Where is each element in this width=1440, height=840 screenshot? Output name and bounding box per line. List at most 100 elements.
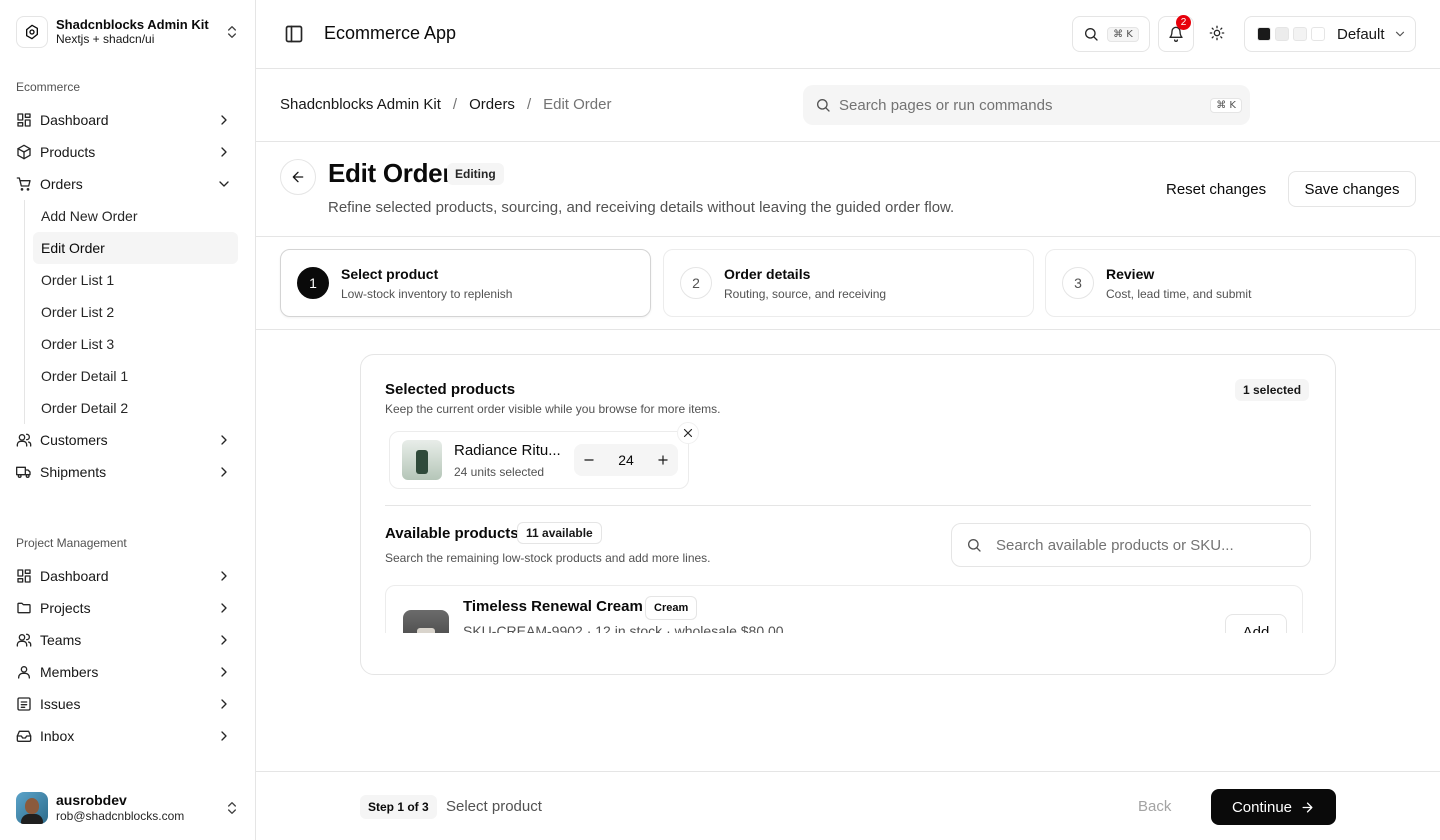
add-product-button[interactable]: Add: [1225, 614, 1287, 633]
sidebar-subitem-edit-order[interactable]: Edit Order: [33, 232, 238, 264]
sidebar-subitem-order-list-3[interactable]: Order List 3: [33, 328, 238, 360]
wizard-footer: Step 1 of 3 Select product Back Continue: [256, 771, 1440, 840]
chevron-down-icon: [1395, 31, 1404, 37]
sidebar-subitem-add-new-order[interactable]: Add New Order: [33, 200, 238, 232]
selected-products-subtitle: Keep the current order visible while you…: [385, 402, 721, 416]
user-menu[interactable]: ausrobdev rob@shadcnblocks.com: [8, 784, 248, 832]
sidebar-item-dashboard[interactable]: Dashboard: [8, 104, 248, 136]
cart-icon: [16, 177, 31, 191]
sidebar-subitem-order-list-2[interactable]: Order List 2: [33, 296, 238, 328]
selected-products-title: Selected products: [385, 381, 516, 398]
theme-swatch: [1311, 27, 1325, 41]
theme-toggle-button[interactable]: [1209, 25, 1225, 41]
chevron-right-icon: [221, 571, 227, 581]
user-name: ausrobdev: [56, 792, 127, 808]
top-header: Ecommerce App ⌘ K 2 Default: [256, 0, 1440, 69]
continue-button[interactable]: Continue: [1211, 789, 1336, 825]
quantity-value[interactable]: 24: [618, 452, 634, 468]
plus-icon[interactable]: [656, 453, 670, 467]
step-number: 2: [680, 267, 712, 299]
product-search-placeholder: Search available products or SKU...: [996, 536, 1234, 554]
sidebar-item-pm-dashboard[interactable]: Dashboard: [8, 560, 248, 592]
sidebar-item-customers[interactable]: Customers: [8, 424, 248, 456]
layout-dashboard-icon: [17, 569, 31, 583]
panel-left-icon: [285, 25, 303, 43]
step-select-product[interactable]: 1 Select product Low-stock inventory to …: [280, 249, 651, 317]
breadcrumb-separator: /: [452, 96, 458, 113]
chevron-right-icon: [221, 435, 227, 445]
layout-dashboard-icon: [17, 113, 31, 127]
sidebar-item-products[interactable]: Products: [8, 136, 248, 168]
product-selection-card: Selected products Keep the current order…: [360, 354, 1336, 675]
sidebar-item-label: Customers: [40, 432, 108, 448]
back-step-button[interactable]: Back: [1138, 798, 1171, 815]
sidebar-item-label: Teams: [40, 632, 82, 648]
sidebar-item-label: Products: [40, 144, 96, 160]
command-search-input[interactable]: Search pages or run commands ⌘ K: [803, 85, 1250, 125]
step-order-details[interactable]: 2 Order details Routing, source, and rec…: [663, 249, 1034, 317]
quantity-stepper: 24: [574, 444, 678, 476]
search-icon: [968, 539, 981, 552]
sidebar-subitem-order-detail-1[interactable]: Order Detail 1: [33, 360, 238, 392]
package-icon: [17, 144, 31, 160]
sidebar-item-orders[interactable]: Orders: [8, 168, 248, 200]
sidebar-item-label: Shipments: [40, 464, 107, 480]
chevron-right-icon: [221, 635, 227, 645]
search-shortcut: ⌘ K: [1107, 26, 1139, 42]
sidebar-item-issues[interactable]: Issues: [8, 688, 248, 720]
arrow-left-icon: [292, 171, 304, 183]
product-thumbnail: [403, 610, 449, 633]
users-icon: [16, 633, 32, 647]
breadcrumb-root[interactable]: Shadcnblocks Admin Kit: [280, 96, 441, 113]
available-products-subtitle: Search the remaining low-stock products …: [385, 551, 711, 565]
chevron-right-icon: [221, 603, 227, 613]
breadcrumb: Shadcnblocks Admin Kit / Orders / Edit O…: [280, 96, 611, 113]
chevron-right-icon: [221, 115, 227, 125]
step-review[interactable]: 3 Review Cost, lead time, and submit: [1045, 249, 1416, 317]
inbox-icon: [16, 730, 32, 742]
back-button[interactable]: [280, 159, 316, 195]
step-number: 1: [297, 267, 329, 299]
breadcrumb-section[interactable]: Orders: [469, 96, 515, 113]
step-title: Review: [1106, 266, 1155, 282]
folder-icon: [17, 602, 31, 614]
truck-icon: [16, 466, 31, 478]
page-description: Refine selected products, sourcing, and …: [328, 199, 955, 216]
step-title: Order details: [724, 266, 811, 282]
sidebar-subitem-order-detail-2[interactable]: Order Detail 2: [33, 392, 238, 424]
product-meta: SKU-CREAM-9902 · 12 in stock · wholesale…: [463, 623, 784, 633]
list-item: Timeless Renewal Cream Cream SKU-CREAM-9…: [385, 585, 1303, 633]
theme-label: Default: [1337, 25, 1385, 43]
reset-changes-button[interactable]: Reset changes: [1154, 171, 1278, 207]
available-products-list[interactable]: Timeless Renewal Cream Cream SKU-CREAM-9…: [385, 585, 1303, 633]
product-search-input[interactable]: Search available products or SKU...: [951, 523, 1311, 567]
product-category-tag: Cream: [645, 596, 698, 620]
theme-select[interactable]: Default: [1244, 16, 1416, 52]
minus-icon[interactable]: [582, 453, 596, 467]
theme-swatch: [1257, 27, 1271, 41]
available-products-title: Available products: [385, 525, 519, 542]
app-title: Ecommerce App: [324, 23, 457, 43]
chevron-right-icon: [221, 147, 227, 157]
sidebar-item-members[interactable]: Members: [8, 656, 248, 688]
search-button[interactable]: ⌘ K: [1072, 16, 1150, 52]
sidebar-item-teams[interactable]: Teams: [8, 624, 248, 656]
sidebar-item-shipments[interactable]: Shipments: [8, 456, 248, 488]
notifications-button[interactable]: 2: [1158, 15, 1194, 52]
team-switcher[interactable]: Shadcnblocks Admin Kit Nextjs + shadcn/u…: [8, 8, 248, 56]
sidebar-item-projects[interactable]: Projects: [8, 592, 248, 624]
remove-product-button[interactable]: [677, 422, 699, 444]
sidebar: Shadcnblocks Admin Kit Nextjs + shadcn/u…: [0, 0, 256, 840]
step-number: 3: [1062, 267, 1094, 299]
chevron-right-icon: [221, 667, 227, 677]
current-step-name: Select product: [446, 798, 542, 815]
sidebar-toggle-button[interactable]: [284, 24, 304, 44]
sidebar-subitem-order-list-1[interactable]: Order List 1: [33, 264, 238, 296]
save-changes-button[interactable]: Save changes: [1288, 171, 1416, 207]
divider: [256, 329, 1440, 330]
users-icon: [16, 433, 32, 447]
breadcrumb-separator: /: [526, 96, 532, 113]
avatar: [16, 792, 48, 824]
page-title: Edit Order: [328, 158, 453, 188]
sidebar-item-inbox[interactable]: Inbox: [8, 720, 248, 752]
